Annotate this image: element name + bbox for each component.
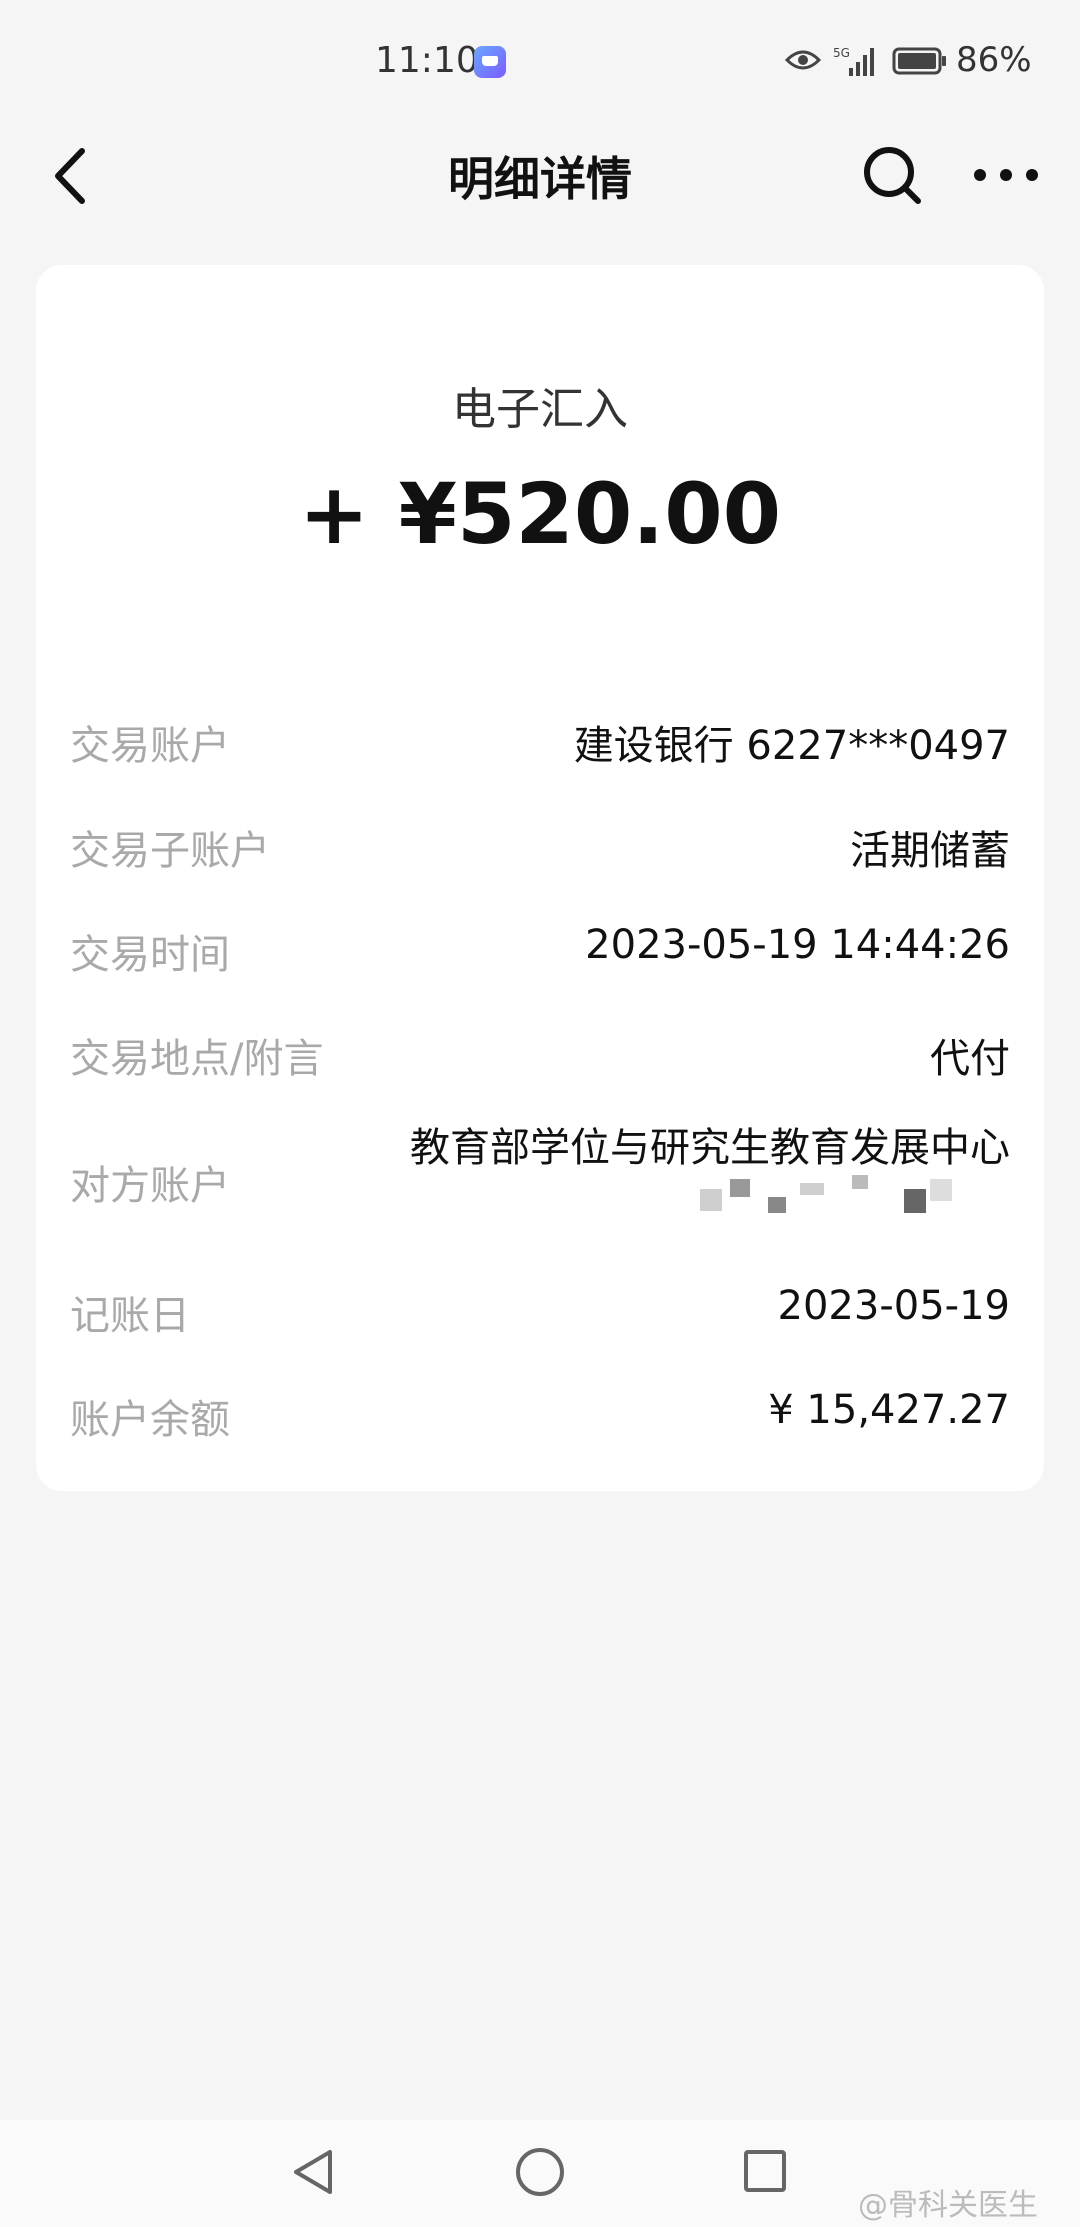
page-header: 明细详情 bbox=[0, 125, 1080, 225]
status-bar: 11:10 5G 86% bbox=[0, 0, 1080, 125]
detail-value: 建设银行 6227***0497 bbox=[573, 723, 1010, 769]
search-icon[interactable] bbox=[860, 143, 924, 207]
transaction-detail-card: 电子汇入 + ¥520.00 交易账户 建设银行 6227***0497 交易子… bbox=[36, 265, 1044, 1491]
detail-row-balance: 账户余额 ¥ 15,427.27 bbox=[70, 1379, 1010, 1449]
battery-icon bbox=[892, 47, 946, 75]
app-notification-icon bbox=[474, 46, 506, 78]
transaction-type: 电子汇入 bbox=[452, 384, 628, 435]
nav-back-icon[interactable] bbox=[290, 2148, 336, 2196]
detail-value: 教育部学位与研究生教育发展中心 bbox=[410, 1125, 1010, 1171]
transaction-amount: + ¥520.00 bbox=[298, 465, 782, 563]
detail-label: 记账日 bbox=[70, 1293, 190, 1339]
detail-label: 交易账户 bbox=[70, 723, 230, 769]
redacted-account-number bbox=[370, 1175, 1010, 1233]
detail-label: 交易时间 bbox=[70, 932, 230, 978]
battery-percentage: 86% bbox=[956, 40, 1032, 80]
detail-value: 2023-05-19 bbox=[777, 1283, 1010, 1329]
detail-row-posting-date: 记账日 2023-05-19 bbox=[70, 1275, 1010, 1345]
more-options-icon[interactable] bbox=[970, 163, 1042, 187]
watermark: @骨科关医生 bbox=[858, 2188, 1038, 2223]
eye-icon bbox=[785, 50, 821, 70]
svg-text:5G: 5G bbox=[833, 46, 850, 60]
nav-home-icon[interactable] bbox=[516, 2148, 564, 2196]
detail-value: 活期储蓄 bbox=[850, 828, 1010, 874]
detail-value: ¥ 15,427.27 bbox=[768, 1387, 1010, 1433]
detail-label: 账户余额 bbox=[70, 1397, 230, 1443]
detail-row-sub-account: 交易子账户 活期储蓄 bbox=[70, 810, 1010, 880]
detail-row-account: 交易账户 建设银行 6227***0497 bbox=[70, 705, 1010, 775]
detail-label: 交易子账户 bbox=[70, 828, 270, 874]
detail-row-time: 交易时间 2023-05-19 14:44:26 bbox=[70, 914, 1010, 984]
detail-value: 代付 bbox=[930, 1036, 1010, 1082]
detail-value: 2023-05-19 14:44:26 bbox=[585, 922, 1010, 968]
status-time: 11:10 bbox=[375, 40, 479, 81]
detail-label: 交易地点/附言 bbox=[70, 1036, 324, 1082]
signal-icon: 5G bbox=[833, 46, 874, 76]
detail-label: 对方账户 bbox=[70, 1163, 230, 1209]
detail-row-counterparty: 对方账户 教育部学位与研究生教育发展中心 bbox=[70, 1125, 1010, 1215]
detail-row-memo: 交易地点/附言 代付 bbox=[70, 1018, 1010, 1088]
nav-recent-apps-icon[interactable] bbox=[744, 2150, 786, 2192]
